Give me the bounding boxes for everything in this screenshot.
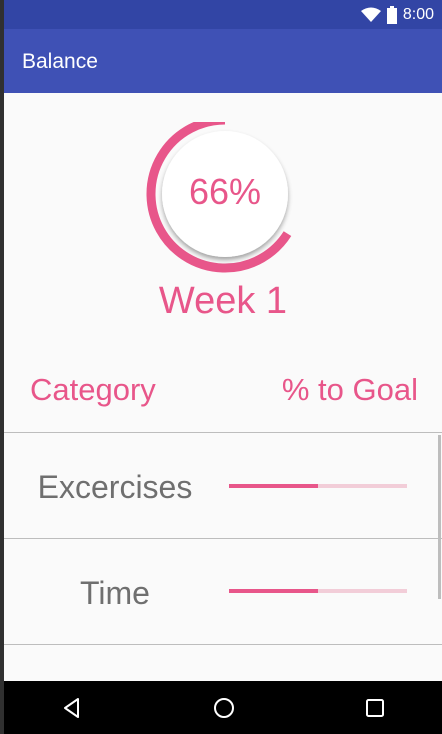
goal-header: % to Goal bbox=[281, 372, 418, 407]
goal-progress-bar bbox=[229, 589, 407, 593]
home-icon[interactable] bbox=[210, 694, 238, 722]
wifi-icon bbox=[360, 7, 381, 22]
divider bbox=[4, 432, 442, 433]
scrollbar[interactable] bbox=[438, 435, 441, 599]
week-label: Week 1 bbox=[158, 280, 288, 322]
app-title: Balance bbox=[22, 50, 98, 73]
app-bar: Balance bbox=[0, 29, 442, 93]
progress-percent-label: 66% bbox=[188, 171, 262, 212]
status-time: 8:00 bbox=[402, 6, 434, 23]
goal-progress-fill bbox=[229, 484, 318, 488]
row-label: Excercises bbox=[37, 469, 193, 505]
divider bbox=[4, 538, 442, 539]
goal-progress-fill bbox=[229, 589, 318, 593]
goal-progress-bar bbox=[229, 484, 407, 488]
divider bbox=[4, 644, 442, 645]
recents-icon[interactable] bbox=[361, 694, 389, 722]
row-label: Time bbox=[80, 575, 150, 611]
category-header: Category bbox=[30, 372, 156, 407]
status-bar: 8:00 bbox=[0, 0, 442, 29]
main-content: 66% Week 1 Category % to Goal Excercises… bbox=[0, 93, 442, 681]
battery-icon bbox=[386, 6, 397, 24]
status-icons: 8:00 bbox=[360, 5, 434, 25]
back-icon[interactable] bbox=[58, 694, 86, 722]
navigation-bar bbox=[0, 681, 442, 734]
window-edge bbox=[0, 0, 4, 734]
